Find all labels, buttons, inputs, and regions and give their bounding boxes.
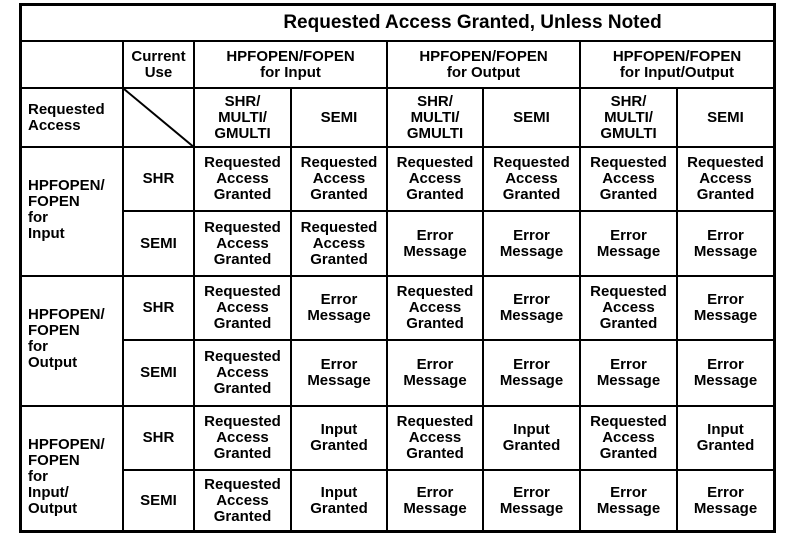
subcolumn-header: SHR/ MULTI/ GMULTI bbox=[193, 87, 290, 146]
table-cell: Requested Access Granted bbox=[193, 405, 290, 469]
table-cell: Requested Access Granted bbox=[193, 339, 290, 405]
table-cell: Error Message bbox=[676, 210, 773, 275]
table-cell: Requested Access Granted bbox=[579, 146, 676, 210]
column-group-header: HPFOPEN/FOPEN for Output bbox=[386, 40, 579, 87]
table-cell: Error Message bbox=[676, 339, 773, 405]
current-use-mode: SHR bbox=[122, 275, 193, 339]
table-cell: Error Message bbox=[290, 339, 386, 405]
table-cell: Requested Access Granted bbox=[193, 210, 290, 275]
requested-access-header: Requested Access bbox=[22, 87, 122, 146]
table-cell: Requested Access Granted bbox=[386, 275, 482, 339]
subcolumn-header: SHR/ MULTI/ GMULTI bbox=[386, 87, 482, 146]
table-cell: Requested Access Granted bbox=[482, 146, 579, 210]
table-cell: Error Message bbox=[676, 275, 773, 339]
table-cell: Requested Access Granted bbox=[290, 146, 386, 210]
row-group-label: HPFOPEN/ FOPEN for Input bbox=[22, 146, 122, 275]
row-group-label: HPFOPEN/ FOPEN for Input/ Output bbox=[22, 405, 122, 530]
subcolumn-header: SEMI bbox=[676, 87, 773, 146]
table-title: Requested Access Granted, Unless Noted bbox=[283, 12, 662, 33]
current-use-mode: SEMI bbox=[122, 469, 193, 530]
table-cell: Error Message bbox=[579, 210, 676, 275]
table-cell: Requested Access Granted bbox=[386, 146, 482, 210]
table-cell: Requested Access Granted bbox=[579, 405, 676, 469]
current-use-mode: SHR bbox=[122, 405, 193, 469]
table-cell: Error Message bbox=[482, 275, 579, 339]
table-cell: Input Granted bbox=[676, 405, 773, 469]
table-cell: Error Message bbox=[482, 469, 579, 530]
table-cell: Requested Access Granted bbox=[386, 405, 482, 469]
table-cell: Error Message bbox=[676, 469, 773, 530]
table-cell: Error Message bbox=[290, 275, 386, 339]
current-use-mode: SEMI bbox=[122, 210, 193, 275]
current-use-mode: SEMI bbox=[122, 339, 193, 405]
subcolumn-header: SEMI bbox=[290, 87, 386, 146]
table-cell: Error Message bbox=[579, 469, 676, 530]
table-cell: Input Granted bbox=[290, 469, 386, 530]
table-cell: Error Message bbox=[482, 339, 579, 405]
subcolumn-header: SHR/ MULTI/ GMULTI bbox=[579, 87, 676, 146]
subcolumn-header: SEMI bbox=[482, 87, 579, 146]
diagonal-line bbox=[124, 89, 195, 148]
column-group-header: HPFOPEN/FOPEN for Input/Output bbox=[579, 40, 773, 87]
table-cell: Requested Access Granted bbox=[193, 469, 290, 530]
table-cell: Error Message bbox=[386, 210, 482, 275]
table-cell: Error Message bbox=[386, 469, 482, 530]
corner-blank bbox=[22, 40, 122, 87]
table-cell: Error Message bbox=[386, 339, 482, 405]
table-cell: Requested Access Granted bbox=[193, 146, 290, 210]
table-cell: Input Granted bbox=[482, 405, 579, 469]
table-cell: Error Message bbox=[482, 210, 579, 275]
table-cell: Input Granted bbox=[290, 405, 386, 469]
table-cell: Error Message bbox=[579, 339, 676, 405]
column-group-header: HPFOPEN/FOPEN for Input bbox=[193, 40, 386, 87]
current-use-mode: SHR bbox=[122, 146, 193, 210]
current-use-header: Current Use bbox=[122, 40, 193, 87]
access-table: Requested Access Granted, Unless Noted Cu… bbox=[19, 3, 776, 533]
table-cell: Requested Access Granted bbox=[579, 275, 676, 339]
table-cell: Requested Access Granted bbox=[290, 210, 386, 275]
table-cell: Requested Access Granted bbox=[193, 275, 290, 339]
table-cell: Requested Access Granted bbox=[676, 146, 773, 210]
diagonal-divider bbox=[122, 87, 195, 148]
row-group-label: HPFOPEN/ FOPEN for Output bbox=[22, 275, 122, 405]
